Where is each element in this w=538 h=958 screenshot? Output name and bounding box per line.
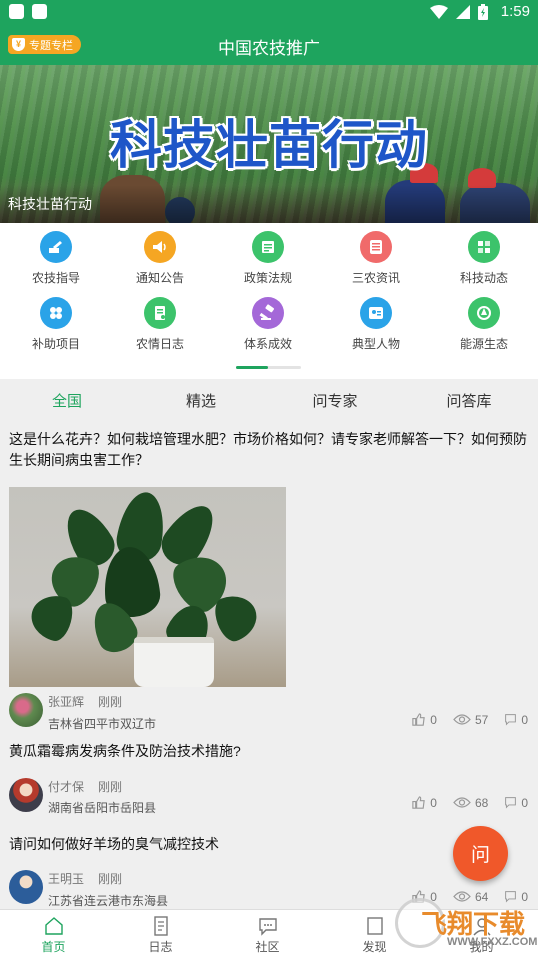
avatar[interactable] <box>9 693 43 727</box>
tech-icon <box>468 231 500 263</box>
category-item[interactable]: 能源生态 <box>430 297 538 352</box>
author-location: 湖南省岳阳市岳阳县 <box>48 801 157 815</box>
comment-icon[interactable] <box>504 795 517 810</box>
avatar[interactable] <box>9 870 43 904</box>
person-icon <box>360 297 392 329</box>
view-count: 68 <box>474 795 489 810</box>
category-item[interactable]: 三农资讯 <box>322 231 430 286</box>
category-label: 政策法规 <box>243 271 292 285</box>
post-stats: 0 68 0 <box>411 795 528 810</box>
wifi-icon <box>430 5 448 19</box>
question-text[interactable]: 黄瓜霜霉病发病条件及防治技术措施? <box>9 741 528 762</box>
post-time: 刚刚 <box>98 872 123 886</box>
banner-caption: 科技壮苗行动 <box>8 196 92 212</box>
page-title: 中国农技推广 <box>218 39 320 58</box>
tab-featured[interactable]: 精选 <box>134 390 268 411</box>
category-item[interactable]: 通知公告 <box>106 231 214 286</box>
log-icon <box>144 297 176 329</box>
nav-log[interactable]: 日志 <box>107 915 214 955</box>
nav-community[interactable]: 社区 <box>214 915 321 955</box>
signal-icon <box>456 5 470 19</box>
comment-count: 0 <box>521 795 528 810</box>
category-label: 科技动态 <box>459 271 508 285</box>
category-item[interactable]: 农情日志 <box>106 297 214 352</box>
battery-icon <box>478 4 488 20</box>
log-icon <box>153 916 168 936</box>
category-item[interactable]: 典型人物 <box>322 297 430 352</box>
tab-ask-expert[interactable]: 问专家 <box>268 390 402 411</box>
document-icon <box>252 231 284 263</box>
discover-icon <box>366 917 383 935</box>
grid-icon <box>40 297 72 329</box>
status-bar: 1:59 <box>0 0 538 25</box>
author-location: 江苏省连云港市东海县 <box>48 894 169 908</box>
flower-pot <box>134 637 214 687</box>
category-label: 农技指导 <box>31 271 80 285</box>
category-item[interactable]: 补助项目 <box>2 297 110 352</box>
eye-icon <box>453 714 471 725</box>
watermark-url: WWW.FXXZ.COM <box>447 936 538 948</box>
news-icon <box>360 231 392 263</box>
nav-label: 首页 <box>41 940 66 954</box>
tab-qa-library[interactable]: 问答库 <box>402 390 536 411</box>
category-label: 典型人物 <box>351 337 400 351</box>
banner-headline: 科技壮苗行动 <box>109 116 428 176</box>
question-photo[interactable] <box>9 487 286 687</box>
category-item[interactable]: 政策法规 <box>214 231 322 286</box>
notification-icon <box>9 4 24 19</box>
like-count: 0 <box>430 712 437 727</box>
comment-icon[interactable] <box>504 712 517 727</box>
question-text[interactable]: 这是什么花卉？如何栽培管理水肥？市场价格如何？请专家老师解答一下？如何预防生长期… <box>9 429 528 471</box>
like-count: 0 <box>430 795 437 810</box>
speaker-icon <box>144 231 176 263</box>
author-name[interactable]: 付才保 <box>48 780 84 794</box>
notification-icon <box>32 4 47 19</box>
ask-question-button[interactable]: 问 <box>453 826 508 881</box>
thumbs-up-icon[interactable] <box>411 712 426 727</box>
nav-home[interactable]: 首页 <box>0 915 107 955</box>
chat-icon <box>258 918 277 936</box>
post-time: 刚刚 <box>98 695 123 709</box>
post-stats: 0 57 0 <box>411 712 528 727</box>
author-line: 付才保 刚刚 <box>48 778 122 795</box>
eco-icon <box>468 297 500 329</box>
category-label: 通知公告 <box>135 271 184 285</box>
author-line: 王明玉 刚刚 <box>48 870 122 887</box>
tab-national[interactable]: 全国 <box>0 390 134 411</box>
comment-count: 0 <box>521 712 528 727</box>
category-item[interactable]: 农技指导 <box>2 231 110 286</box>
category-item[interactable]: 体系成效 <box>214 297 322 352</box>
post-time: 刚刚 <box>98 780 123 794</box>
tab-bar: 全国 精选 问专家 问答库 <box>0 379 538 419</box>
home-icon <box>44 917 63 935</box>
category-label: 体系成效 <box>243 337 292 351</box>
view-count: 57 <box>474 712 489 727</box>
author-name[interactable]: 张亚辉 <box>48 695 84 709</box>
author-name[interactable]: 王明玉 <box>48 872 84 886</box>
category-label: 农情日志 <box>135 337 184 351</box>
category-item[interactable]: 科技动态 <box>430 231 538 286</box>
page-indicator <box>236 366 301 369</box>
app-bar: ¥ 专题专栏 中国农技推广 <box>0 25 538 65</box>
nav-label: 社区 <box>255 940 280 954</box>
clock: 1:59 <box>500 3 530 20</box>
watermark: 飞翔下载 WWW.FXXZ.COM <box>395 896 538 956</box>
avatar[interactable] <box>9 778 43 812</box>
author-line: 张亚辉 刚刚 <box>48 693 122 710</box>
question-text[interactable]: 请问如何做好羊场的臭气减控技术 <box>9 834 528 855</box>
nav-label: 发现 <box>362 940 387 954</box>
category-label: 补助项目 <box>31 337 80 351</box>
gavel-icon <box>252 297 284 329</box>
category-label: 能源生态 <box>459 337 508 351</box>
banner-carousel[interactable]: 科技壮苗行动 科技壮苗行动 <box>0 65 538 223</box>
nav-label: 日志 <box>148 940 173 954</box>
category-grid: 农技指导 通知公告 政策法规 三农资讯 科技动态 补助项目 农情日志 体系成效 … <box>0 223 538 379</box>
banner-caption-bar: 科技壮苗行动 <box>0 185 538 223</box>
eye-icon <box>453 797 471 808</box>
category-label: 三农资讯 <box>351 271 400 285</box>
thumbs-up-icon[interactable] <box>411 795 426 810</box>
guide-icon <box>40 231 72 263</box>
author-location: 吉林省四平市双辽市 <box>48 717 157 731</box>
